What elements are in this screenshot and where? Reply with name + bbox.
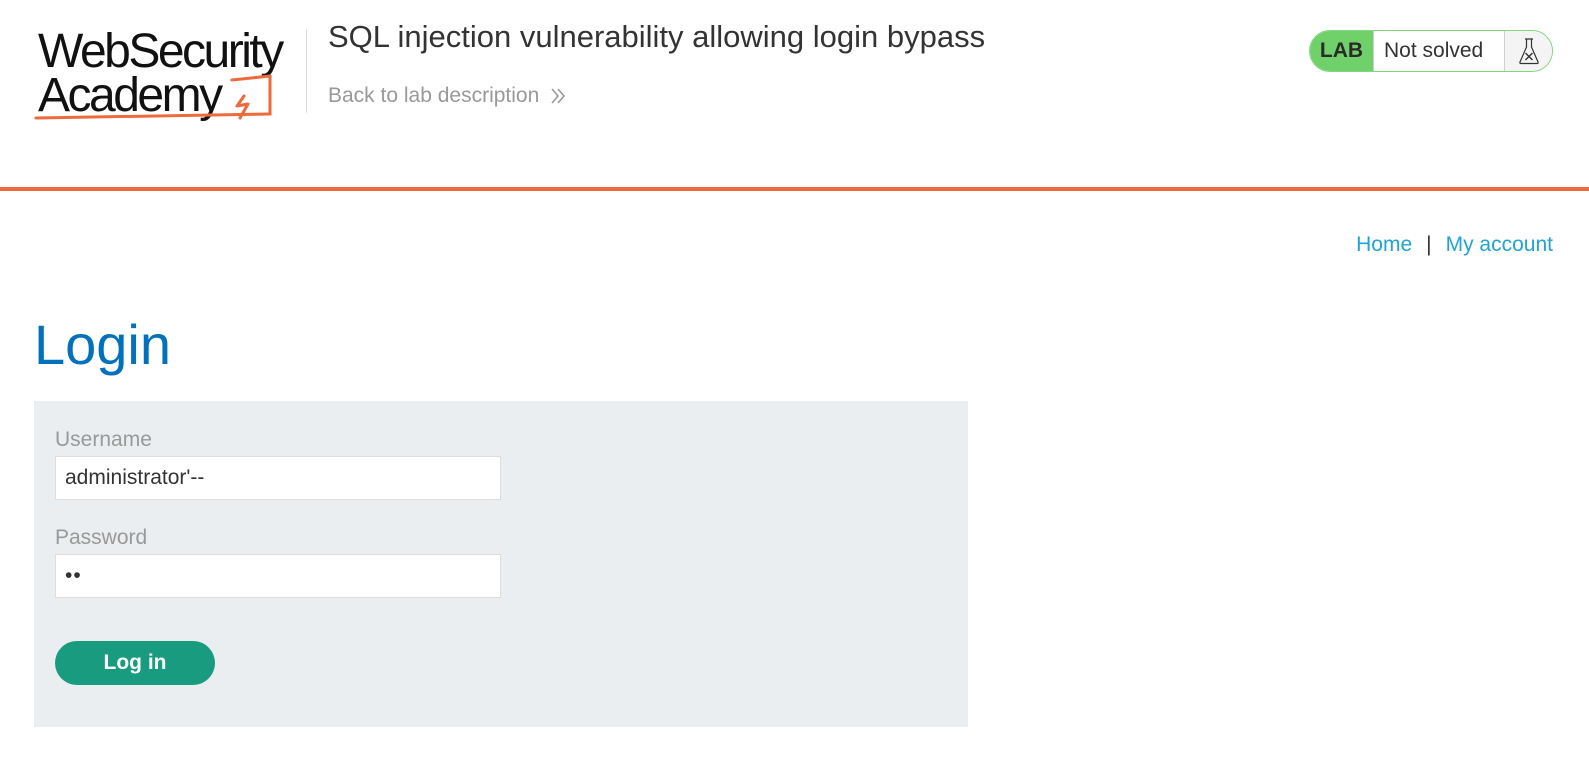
username-label: Username bbox=[55, 428, 152, 451]
lab-tag: LAB bbox=[1310, 31, 1374, 71]
flask-icon bbox=[1505, 31, 1552, 71]
lab-title: SQL injection vulnerability allowing log… bbox=[328, 19, 986, 54]
page-title: Login bbox=[34, 313, 172, 376]
nav-my-account-link[interactable]: My account bbox=[1446, 233, 1553, 257]
password-label: Password bbox=[55, 526, 148, 549]
nav-home-link[interactable]: Home bbox=[1356, 233, 1412, 257]
username-input[interactable] bbox=[55, 456, 501, 500]
top-nav: Home | My account bbox=[1356, 233, 1553, 257]
lab-status-text: Not solved bbox=[1374, 31, 1505, 71]
login-form: Username Password Log in bbox=[34, 401, 968, 727]
lab-header: WebSecurity Academy SQL injection vulner… bbox=[0, 0, 1589, 187]
logo-lightning-mark bbox=[34, 74, 272, 120]
lab-status-widget[interactable]: LAB Not solved bbox=[1309, 30, 1553, 72]
login-button[interactable]: Log in bbox=[55, 641, 215, 685]
double-chevron-right-icon bbox=[551, 88, 566, 104]
back-to-lab-description-link[interactable]: Back to lab description bbox=[328, 84, 567, 108]
password-input[interactable] bbox=[55, 554, 501, 598]
header-accent-rule bbox=[0, 187, 1589, 191]
back-link-label: Back to lab description bbox=[328, 84, 540, 107]
header-divider bbox=[306, 29, 307, 113]
web-security-academy-logo[interactable]: WebSecurity Academy bbox=[34, 26, 304, 124]
nav-separator: | bbox=[1426, 233, 1432, 256]
